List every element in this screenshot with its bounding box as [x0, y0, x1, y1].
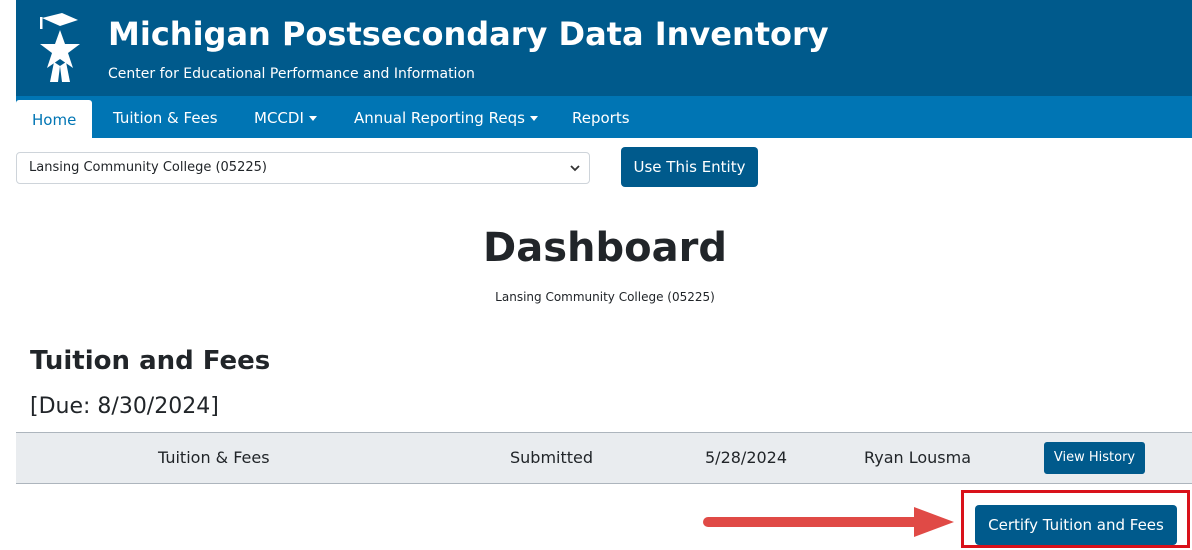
table-row: Tuition & Fees Submitted 5/28/2024 Ryan …	[16, 432, 1192, 484]
entity-select-value: Lansing Community College (05225)	[29, 160, 267, 175]
nav-tuition-fees-label: Tuition & Fees	[113, 109, 218, 127]
page-entity-name: Lansing Community College (05225)	[495, 290, 715, 304]
entity-select[interactable]: Lansing Community College (05225)	[16, 152, 590, 184]
row-user-cell: Ryan Lousma	[864, 448, 972, 467]
site-title: Michigan Postsecondary Data Inventory	[108, 15, 829, 53]
nav-mccdi-label: MCCDI	[254, 109, 304, 127]
page-title: Dashboard	[483, 225, 727, 271]
section-title: Tuition and Fees	[30, 346, 271, 376]
michigan-star-logo-icon	[40, 13, 80, 82]
use-this-entity-button[interactable]: Use This Entity	[621, 147, 758, 187]
nav-tuition-fees[interactable]: Tuition & Fees	[113, 96, 218, 138]
view-history-button[interactable]: View History	[1044, 442, 1145, 474]
row-status-cell: Submitted	[510, 448, 594, 467]
chevron-down-icon	[570, 165, 580, 172]
nav-mccdi[interactable]: MCCDI	[254, 96, 317, 138]
row-date-cell: 5/28/2024	[705, 448, 788, 467]
caret-down-icon	[529, 116, 538, 121]
site-header: Michigan Postsecondary Data Inventory Ce…	[16, 0, 1192, 96]
nav-annual-reporting[interactable]: Annual Reporting Reqs	[354, 96, 538, 138]
nav-home-label: Home	[32, 111, 77, 129]
nav-annual-reporting-label: Annual Reporting Reqs	[354, 109, 525, 127]
caret-down-icon	[308, 116, 317, 121]
certify-tuition-fees-button[interactable]: Certify Tuition and Fees	[975, 505, 1177, 545]
site-subtitle: Center for Educational Performance and I…	[108, 66, 475, 82]
row-name-cell: Tuition & Fees	[158, 448, 270, 467]
annotation-arrow-icon	[703, 507, 954, 537]
nav-reports-label: Reports	[572, 109, 630, 127]
nav-reports[interactable]: Reports	[572, 96, 630, 138]
nav-home[interactable]: Home	[16, 100, 93, 138]
main-navbar: Home Tuition & Fees MCCDI Annual Reporti…	[16, 96, 1192, 138]
due-date: [Due: 8/30/2024]	[30, 394, 219, 419]
